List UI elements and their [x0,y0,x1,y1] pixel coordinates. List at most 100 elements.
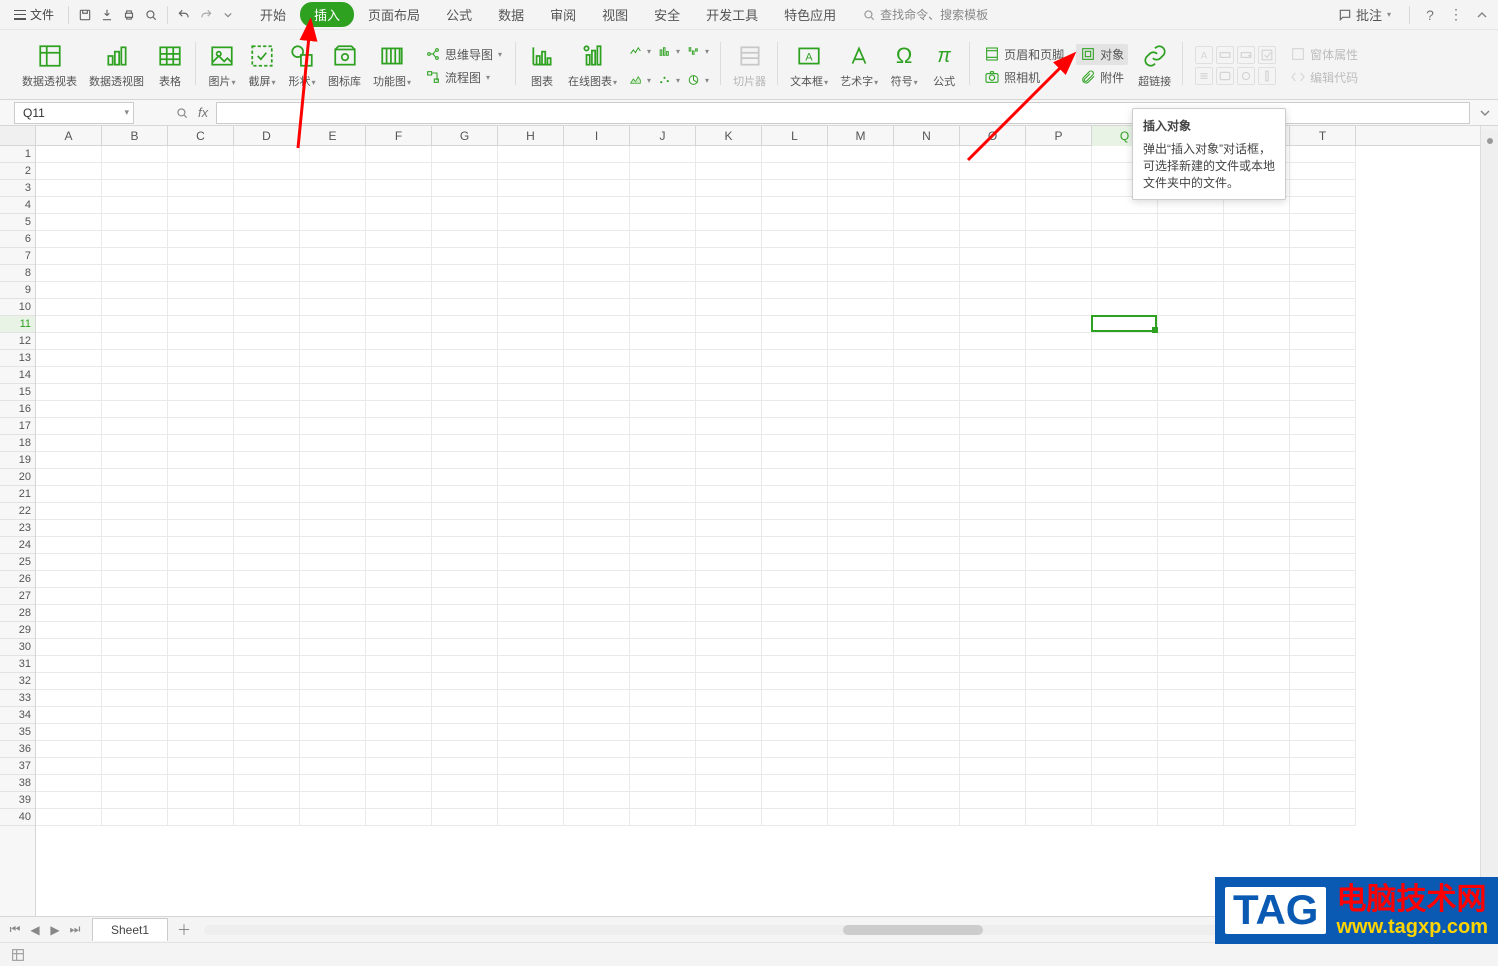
screenshot-button[interactable]: 截屏▾ [242,34,282,98]
first-sheet-icon[interactable]: ⏮ [6,921,24,939]
tab-data[interactable]: 数据 [486,0,536,29]
tab-devtools[interactable]: 开发工具 [694,0,770,29]
shapes-button[interactable]: 形状▾ [282,34,322,98]
column-header[interactable]: K [696,126,762,146]
hyperlink-button[interactable]: 超链接 [1132,34,1177,98]
column-header[interactable]: J [630,126,696,146]
expand-formula-icon[interactable] [1478,108,1492,118]
pivot-chart-button[interactable]: 数据透视图 [83,34,150,98]
more-icon[interactable]: ⋮ [1446,5,1466,25]
row-header[interactable]: 40 [0,809,35,826]
row-header[interactable]: 30 [0,639,35,656]
column-header[interactable]: A [36,126,102,146]
camera-button[interactable]: 照相机 [980,67,1068,88]
command-search[interactable]: 查找命令、搜索模板 [862,6,988,23]
tab-start[interactable]: 开始 [248,0,298,29]
row-header[interactable]: 17 [0,418,35,435]
chart-button[interactable]: 图表 [522,34,562,98]
picture-button[interactable]: 图片▾ [202,34,242,98]
column-header[interactable]: P [1026,126,1092,146]
row-header[interactable]: 18 [0,435,35,452]
table-button[interactable]: 表格 [150,34,190,98]
spark-winloss-icon[interactable]: ▾ [685,38,711,64]
row-header[interactable]: 14 [0,367,35,384]
row-header[interactable]: 8 [0,265,35,282]
row-header[interactable]: 7 [0,248,35,265]
row-header[interactable]: 5 [0,214,35,231]
name-box[interactable]: Q11 ▾ [14,102,134,124]
last-sheet-icon[interactable]: ⏭ [66,921,84,939]
add-sheet-button[interactable]: ＋ [174,920,194,940]
row-header[interactable]: 6 [0,231,35,248]
wordart-button[interactable]: 艺术字▾ [834,34,884,98]
tab-review[interactable]: 审阅 [538,0,588,29]
tab-special[interactable]: 特色应用 [772,0,848,29]
row-header[interactable]: 11 [0,316,35,333]
column-header[interactable]: B [102,126,168,146]
row-header[interactable]: 21 [0,486,35,503]
spark-area-icon[interactable]: ▾ [627,67,653,93]
row-header[interactable]: 31 [0,656,35,673]
row-header[interactable]: 28 [0,605,35,622]
symbol-button[interactable]: Ω 符号▾ [884,34,924,98]
row-header[interactable]: 2 [0,163,35,180]
undo-icon[interactable] [174,5,194,25]
column-header[interactable]: F [366,126,432,146]
tab-view[interactable]: 视图 [590,0,640,29]
icon-lib-button[interactable]: 图标库 [322,34,367,98]
fx-label[interactable]: fx [198,105,208,120]
column-header[interactable]: N [894,126,960,146]
column-header[interactable]: G [432,126,498,146]
row-header[interactable]: 39 [0,792,35,809]
row-header[interactable]: 35 [0,724,35,741]
print-icon[interactable] [119,5,139,25]
row-header[interactable]: 33 [0,690,35,707]
formula-button[interactable]: π 公式 [924,34,964,98]
row-header[interactable]: 26 [0,571,35,588]
tab-insert[interactable]: 插入 [300,2,354,27]
row-header[interactable]: 29 [0,622,35,639]
spark-column-icon[interactable]: ▾ [656,38,682,64]
online-chart-button[interactable]: 在线图表▾ [562,34,623,98]
spark-pie-icon[interactable]: ▾ [685,67,711,93]
save-icon[interactable] [75,5,95,25]
row-header[interactable]: 25 [0,554,35,571]
row-header[interactable]: 38 [0,775,35,792]
spark-line-icon[interactable]: ▾ [627,38,653,64]
pivot-table-button[interactable]: 数据透视表 [16,34,83,98]
func-diagram-button[interactable]: 功能图▾ [367,34,417,98]
row-header[interactable]: 13 [0,350,35,367]
column-header[interactable]: M [828,126,894,146]
sheet-tab[interactable]: Sheet1 [92,918,168,941]
column-header[interactable]: L [762,126,828,146]
object-button[interactable]: 对象 [1076,44,1128,65]
redo-icon[interactable] [196,5,216,25]
dropdown-icon[interactable] [218,5,238,25]
textbox-button[interactable]: A 文本框▾ [784,34,834,98]
row-header[interactable]: 3 [0,180,35,197]
column-header[interactable]: H [498,126,564,146]
row-header[interactable]: 19 [0,452,35,469]
select-all-corner[interactable] [0,126,36,146]
column-header[interactable]: E [300,126,366,146]
tab-formula[interactable]: 公式 [434,0,484,29]
tab-security[interactable]: 安全 [642,0,692,29]
row-header[interactable]: 12 [0,333,35,350]
prev-sheet-icon[interactable]: ◀ [26,921,44,939]
help-icon[interactable]: ? [1420,5,1440,25]
row-header[interactable]: 23 [0,520,35,537]
row-header[interactable]: 16 [0,401,35,418]
column-header[interactable]: T [1290,126,1356,146]
row-header[interactable]: 1 [0,146,35,163]
column-header[interactable]: I [564,126,630,146]
next-sheet-icon[interactable]: ▶ [46,921,64,939]
flowchart-button[interactable]: 流程图▾ [421,67,506,88]
row-header[interactable]: 37 [0,758,35,775]
column-header[interactable]: D [234,126,300,146]
row-header[interactable]: 27 [0,588,35,605]
side-panel[interactable] [1480,130,1498,920]
zoom-formula-icon[interactable] [174,105,190,121]
header-footer-button[interactable]: 页眉和页脚 [980,44,1068,65]
column-header[interactable]: O [960,126,1026,146]
cell-grid[interactable] [36,146,1480,916]
